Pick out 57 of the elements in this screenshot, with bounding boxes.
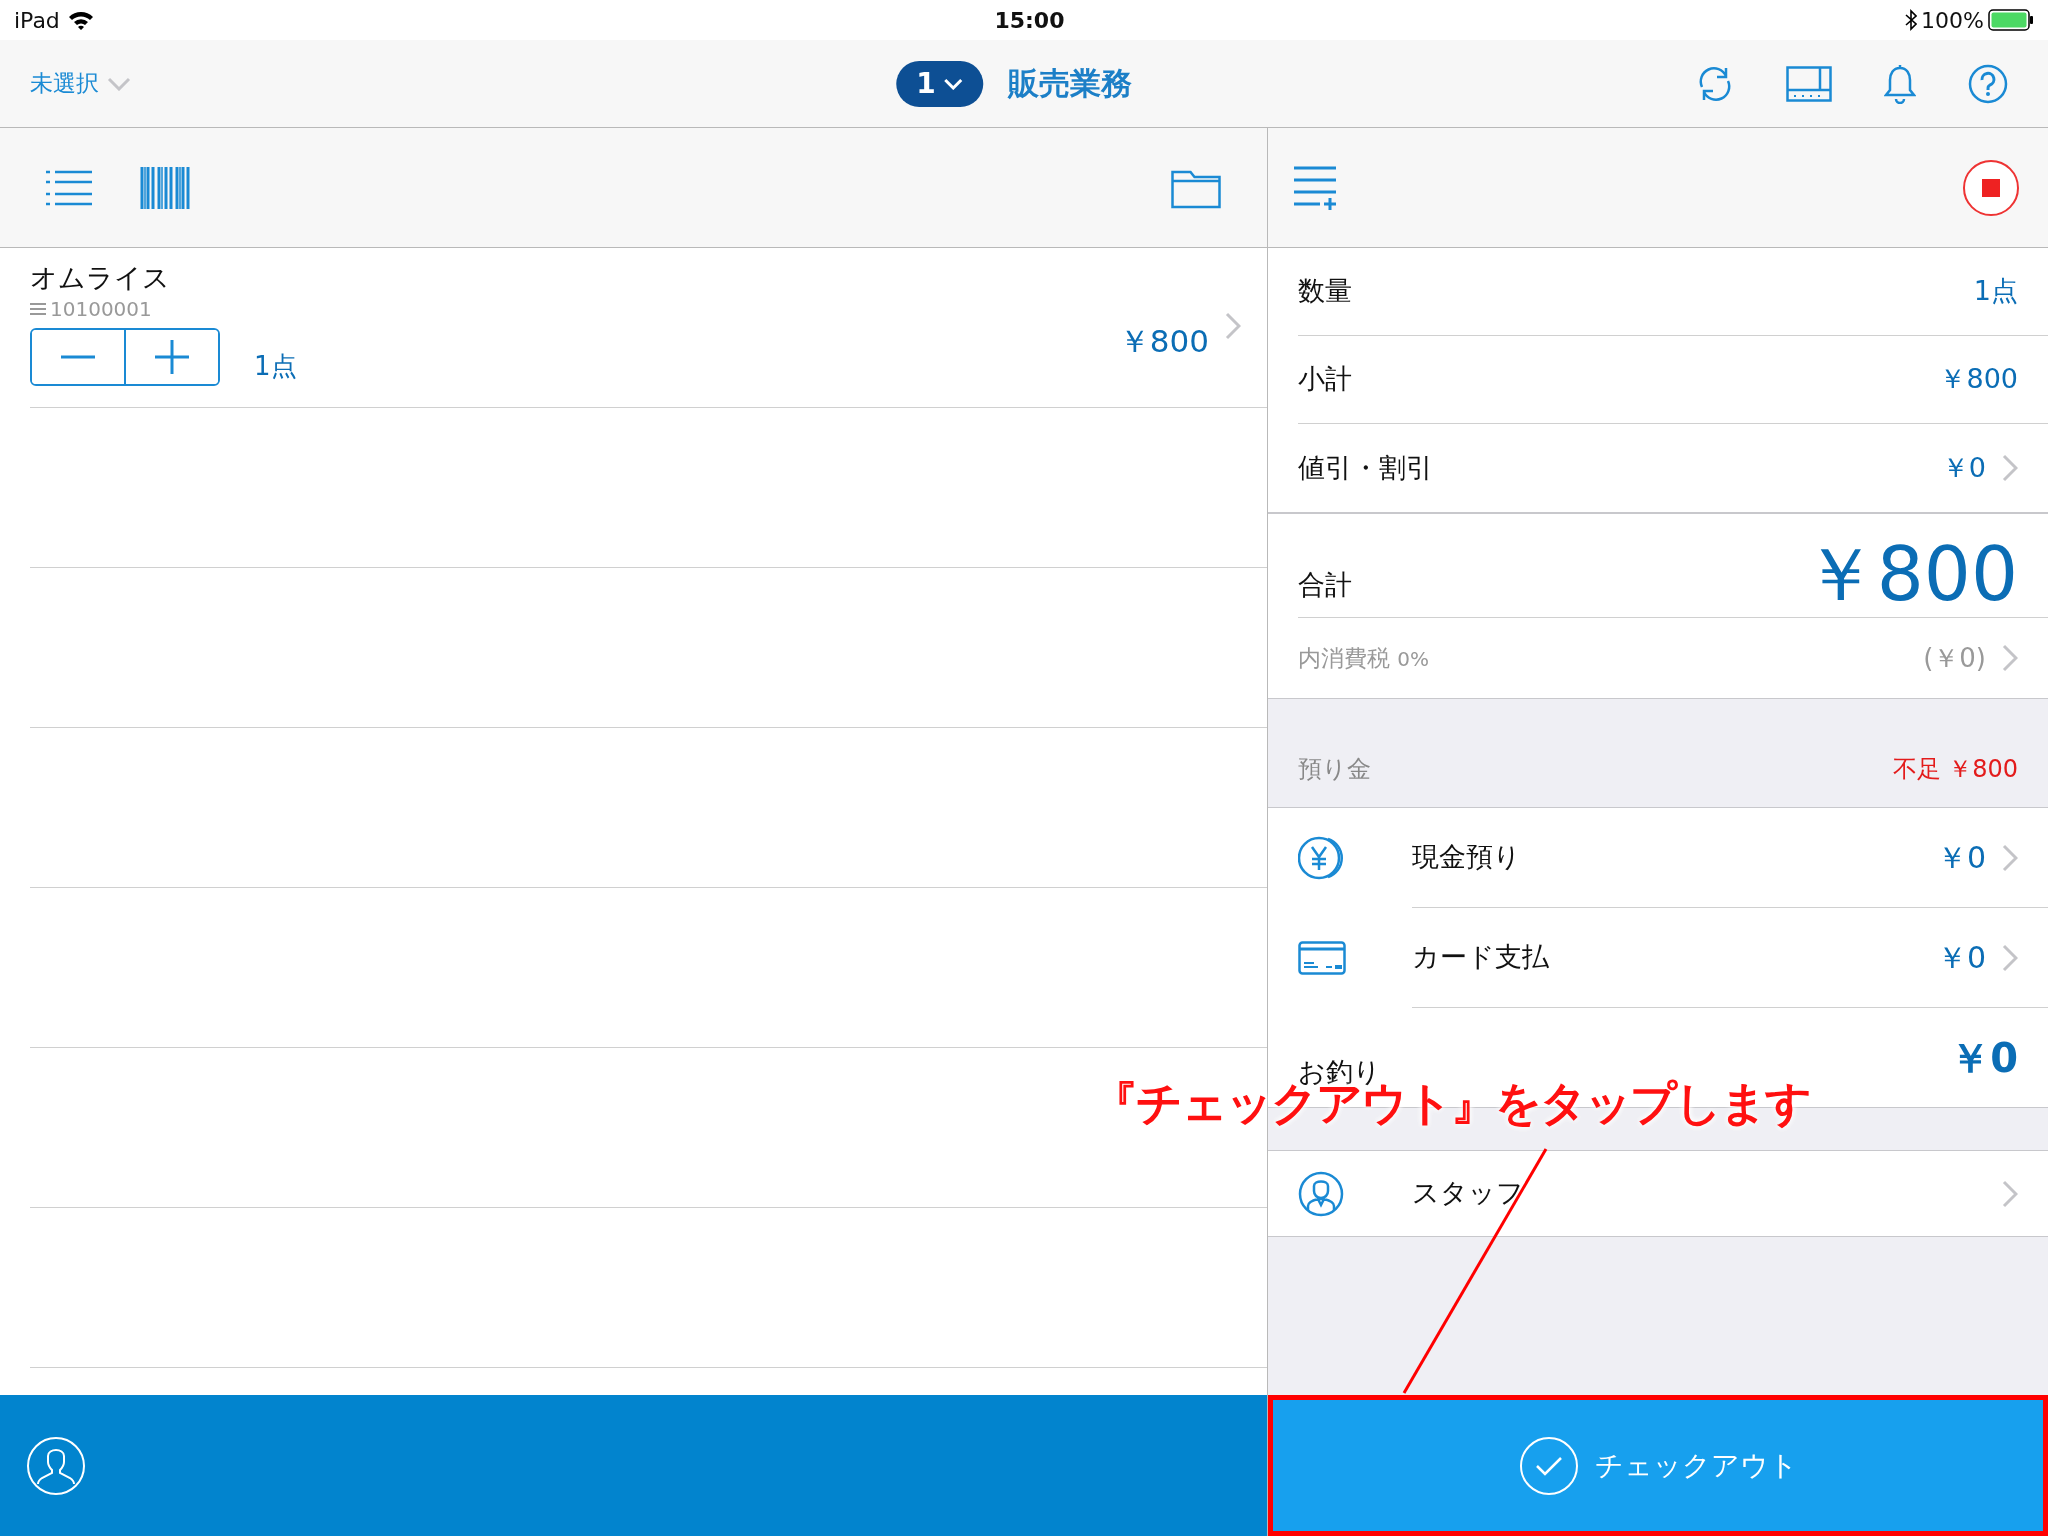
row-label: 値引・割引 [1298, 450, 1433, 485]
staff-icon [1298, 1170, 1344, 1217]
deposit-header: 預り金 [1298, 754, 1371, 785]
chevron-down-icon [107, 76, 131, 91]
total-amount: ￥800 [1802, 537, 2018, 611]
credit-card-icon [1298, 941, 1346, 975]
row-label: 小計 [1298, 362, 1352, 397]
shortage-amount: 不足 ￥800 [1892, 754, 2018, 785]
total-label: 合計 [1298, 567, 1352, 602]
row-label: 数量 [1298, 274, 1352, 309]
staff-label: スタッフ [1412, 1176, 1524, 1211]
payment-amount: ￥0 [1936, 939, 1986, 977]
tax-amount: (￥0) [1923, 641, 1986, 675]
bluetooth-icon [1905, 9, 1918, 31]
chevron-right-icon [2002, 843, 2018, 872]
chevron-right-icon [2002, 1179, 2018, 1208]
chevron-right-icon [2002, 644, 2018, 672]
chevron-down-icon [943, 77, 964, 90]
item-price: ￥800 [1118, 322, 1209, 361]
clock-time: 15:00 [994, 6, 1065, 35]
payment-label: 現金預り [1412, 840, 1521, 875]
help-icon[interactable] [1968, 63, 2008, 104]
item-code: 10100001 [50, 296, 152, 323]
plus-icon [155, 340, 189, 374]
cart-item-row[interactable]: オムライス 10100001 1点 ￥800 [30, 248, 1267, 408]
payment-label: カード支払 [1412, 940, 1549, 975]
list-view-icon[interactable] [46, 169, 92, 206]
register-selector[interactable]: 1 [896, 60, 984, 107]
row-value: 1点 [1973, 274, 2018, 309]
row-value: ￥800 [1939, 362, 2018, 397]
device-name: iPad [14, 6, 60, 35]
wifi-icon [67, 10, 94, 30]
stop-icon[interactable] [1962, 158, 2020, 217]
increment-button[interactable] [124, 330, 218, 384]
change-amount: ￥0 [1950, 1033, 2018, 1083]
battery-icon [1988, 9, 2034, 31]
row-value: ￥0 [1941, 450, 1986, 485]
chevron-right-icon [1225, 312, 1241, 340]
staff-row[interactable]: スタッフ [1268, 1150, 2048, 1237]
battery-percentage: 100% [1921, 6, 1984, 35]
tax-label: 内消費税 0% [1298, 643, 1430, 673]
chevron-right-icon [2002, 454, 2018, 482]
customer-icon[interactable] [26, 1435, 86, 1496]
screen-title: 販売業務 [1007, 64, 1132, 104]
barcode-icon[interactable] [140, 166, 190, 209]
list-icon [30, 302, 46, 316]
payment-row[interactable]: 現金預り ￥0 [1268, 808, 2048, 908]
yen-coin-icon [1298, 836, 1346, 880]
check-circle-icon [1518, 1435, 1579, 1496]
bell-icon[interactable] [1884, 63, 1916, 104]
payment-amount: ￥0 [1936, 839, 1986, 877]
chevron-right-icon [2002, 943, 2018, 972]
item-quantity: 1点 [254, 350, 297, 383]
payment-row[interactable]: カード支払 ￥0 [1268, 908, 2048, 1008]
minus-icon [61, 355, 95, 359]
item-name: オムライス [30, 262, 171, 294]
display-icon[interactable] [1786, 65, 1832, 102]
